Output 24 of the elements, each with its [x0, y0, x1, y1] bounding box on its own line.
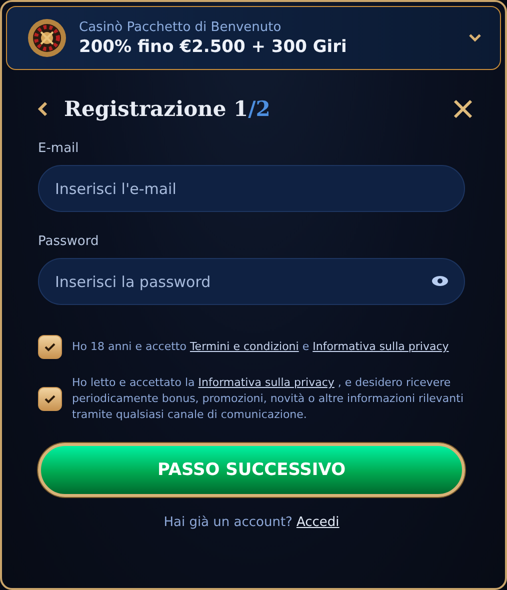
bonus-title: 200% fino €2.500 + 300 Giri — [79, 36, 348, 56]
consent-text: Ho letto e accettato la Informativa sulla privacy , e desidero ricevere periodicamente bonus, promozioni, novità o altre informazioni rilevanti tramite qualsiasi canale di comunicazione. — [72, 375, 465, 423]
checkbox[interactable] — [38, 335, 62, 359]
roulette-icon — [27, 18, 67, 58]
consent-link[interactable]: Termini e condizioni — [190, 340, 299, 353]
checkbox[interactable] — [38, 387, 62, 411]
bonus-banner[interactable]: Casinò Pacchetto di Benvenuto 200% fino €2.500 + 300 Giri — [6, 6, 501, 70]
check-icon — [44, 342, 56, 352]
field-label: Password — [38, 234, 100, 249]
field-label: E-mail — [38, 141, 80, 156]
back-button[interactable] — [38, 100, 48, 116]
consent-link[interactable]: Informativa sulla privacy — [198, 376, 334, 389]
close-button[interactable] — [453, 98, 473, 118]
check-icon — [44, 394, 56, 404]
login-prompt: Hai già un account? — [164, 515, 292, 530]
input-field[interactable]: Inserisci la password — [38, 258, 465, 305]
input-field[interactable]: Inserisci l'e-mail — [38, 165, 465, 212]
chevron-icon[interactable] — [468, 33, 482, 43]
login-link[interactable]: Accedi — [296, 515, 340, 530]
consent-link[interactable]: Informativa sulla privacy — [312, 340, 449, 353]
consent-text: Ho 18 anni e accetto Termini e condizioni e Informativa sulla privacy — [72, 339, 449, 355]
form-title: Registrazione 1/2 — [64, 96, 272, 121]
bonus-subtitle: Casinò Pacchetto di Benvenuto — [79, 20, 282, 34]
eye-icon[interactable] — [431, 275, 449, 287]
